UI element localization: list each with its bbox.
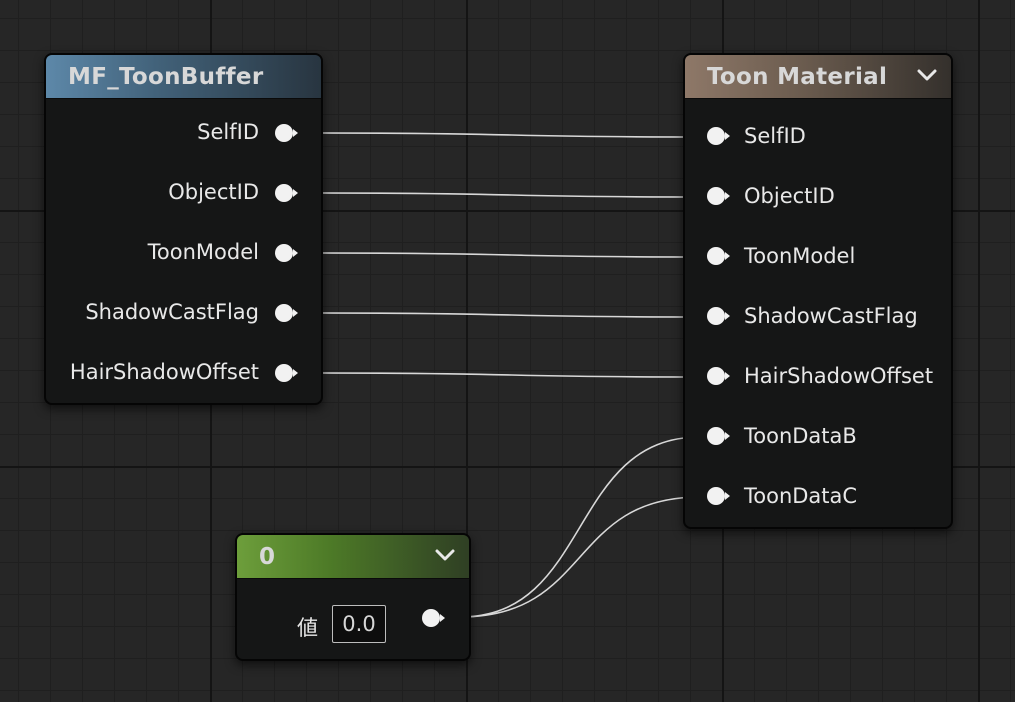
pin-icon[interactable]	[705, 245, 731, 267]
pin-icon[interactable]	[705, 185, 731, 207]
output-pin-label-selfid: SelfID	[197, 120, 259, 144]
input-pin-label-toondatac: ToonDataC	[744, 484, 858, 508]
pin-icon[interactable]	[273, 122, 299, 144]
input-pin-label-shadowcastflag: ShadowCastFlag	[744, 304, 918, 328]
output-pin-label-toonmodel: ToonModel	[147, 240, 259, 264]
input-pin-label-toondatab: ToonDataB	[744, 424, 857, 448]
pin-icon[interactable]	[705, 485, 731, 507]
wire-hairshadowoffset[interactable]	[322, 372, 701, 378]
node-title: 0	[259, 544, 276, 570]
wire-selfid[interactable]	[322, 132, 701, 138]
node-title: Toon Material	[707, 64, 888, 90]
chevron-down-icon[interactable]	[435, 548, 455, 562]
pin-icon[interactable]	[273, 302, 299, 324]
node-header[interactable]: Toon Material	[685, 55, 951, 99]
value-label: 値	[297, 616, 318, 640]
pin-icon[interactable]	[420, 607, 446, 629]
output-pin-label-objectid: ObjectID	[168, 180, 259, 204]
node-mf-toonbuffer[interactable]: MF_ToonBuffer SelfID ObjectID ToonModel Sha…	[44, 53, 323, 405]
chevron-down-icon[interactable]	[917, 68, 937, 82]
pin-icon[interactable]	[705, 125, 731, 147]
wire-toonmodel[interactable]	[322, 252, 701, 258]
wire-constant-to-toondatab[interactable]	[459, 436, 701, 618]
node-header[interactable]: MF_ToonBuffer	[46, 55, 321, 99]
output-pin-label-shadowcastflag: ShadowCastFlag	[85, 300, 259, 324]
input-pin-label-toonmodel: ToonModel	[744, 244, 856, 268]
wire-constant-to-toondatac[interactable]	[459, 496, 701, 618]
pin-icon[interactable]	[705, 365, 731, 387]
pin-icon[interactable]	[705, 425, 731, 447]
wire-objectid[interactable]	[322, 192, 701, 198]
pin-icon[interactable]	[705, 305, 731, 327]
node-title: MF_ToonBuffer	[68, 64, 264, 90]
pin-icon[interactable]	[273, 182, 299, 204]
value-input[interactable]: 0.0	[332, 605, 386, 643]
input-pin-label-selfid: SelfID	[744, 124, 806, 148]
output-pin-label-hairshadowoffset: HairShadowOffset	[69, 360, 259, 384]
node-header[interactable]: 0	[237, 535, 469, 579]
input-pin-label-objectid: ObjectID	[744, 184, 835, 208]
pin-icon[interactable]	[273, 242, 299, 264]
wire-shadowcastflag[interactable]	[322, 312, 701, 318]
input-pin-label-hairshadowoffset: HairShadowOffset	[744, 364, 934, 388]
node-toon-material[interactable]: Toon Material SelfID ObjectID ToonModel Sha…	[683, 53, 953, 529]
pin-icon[interactable]	[273, 362, 299, 384]
node-constant[interactable]: 0 値 0.0	[235, 533, 471, 661]
